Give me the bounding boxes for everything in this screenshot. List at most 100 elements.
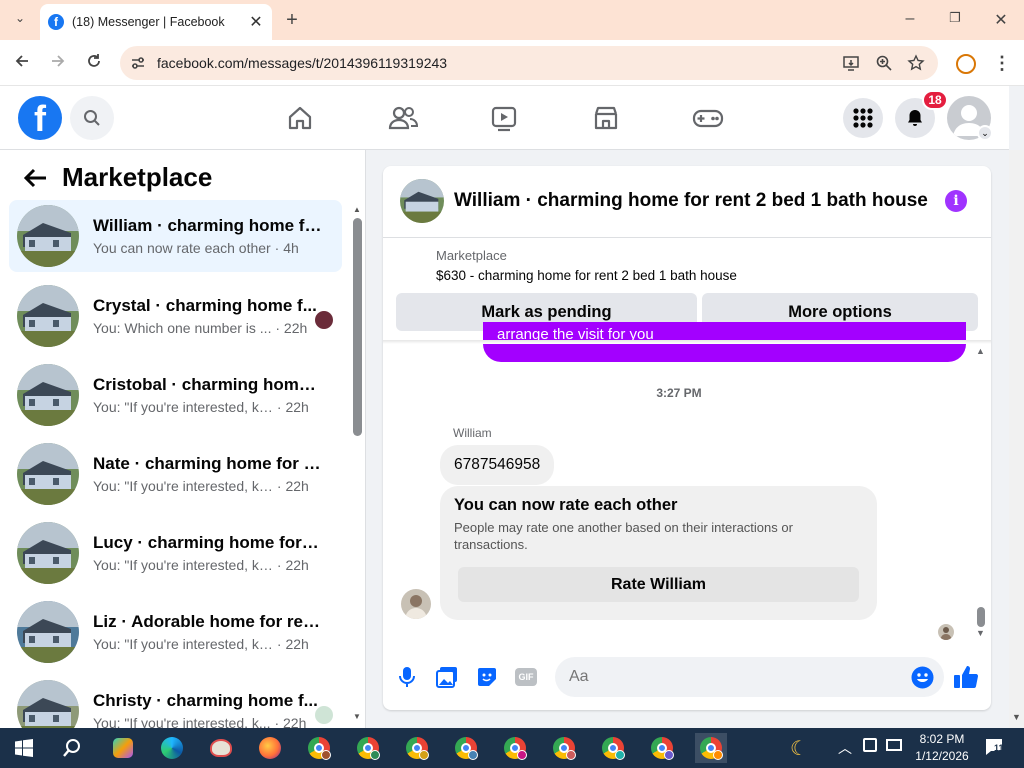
- site-settings-icon[interactable]: [130, 55, 146, 71]
- edge-app[interactable]: [156, 733, 188, 763]
- conversation-name: Liz · Adorable home for rent...: [93, 612, 323, 631]
- scroll-down-icon[interactable]: ▼: [353, 712, 361, 721]
- listing-price-title[interactable]: $630 - charming home for rent 2 bed 1 ba…: [436, 268, 737, 283]
- chrome-icon: [357, 737, 380, 760]
- conversation-item[interactable]: Crystal · charming home f... You: Which o…: [9, 280, 342, 352]
- close-window-button[interactable]: ✕: [989, 10, 1013, 30]
- voice-clip-button[interactable]: [394, 664, 420, 690]
- chat-listing-avatar[interactable]: [400, 179, 444, 223]
- chat-scrollbar[interactable]: [977, 607, 985, 627]
- url-text: facebook.com/messages/t/2014396119319243: [157, 55, 448, 71]
- network-icon[interactable]: [886, 739, 902, 751]
- sidebar-back-icon[interactable]: [22, 167, 48, 194]
- profile-icon[interactable]: [956, 54, 976, 74]
- zoom-icon[interactable]: [875, 54, 893, 72]
- chrome-profile-app[interactable]: [695, 733, 727, 763]
- chrome-profile-app[interactable]: [450, 733, 482, 763]
- install-app-icon[interactable]: [842, 54, 860, 72]
- conversation-time: 4h: [283, 240, 299, 256]
- meet-now-icon[interactable]: [863, 738, 877, 752]
- seen-avatar: [315, 706, 333, 724]
- weather-icon[interactable]: ☾: [790, 736, 808, 761]
- chrome-profile-app[interactable]: [499, 733, 531, 763]
- nav-gaming[interactable]: [688, 98, 728, 138]
- incoming-message-bubble[interactable]: 6787546958: [440, 445, 555, 485]
- conversation-name: Christy · charming home f...: [93, 691, 318, 710]
- tab-close-icon[interactable]: ✕: [248, 12, 264, 32]
- conversation-item[interactable]: Cristobal · charming home f... You: "If y…: [9, 359, 342, 431]
- browser-tab[interactable]: f (18) Messenger | Facebook ✕: [40, 4, 272, 40]
- chrome-profile-app[interactable]: [548, 733, 580, 763]
- rate-william-button[interactable]: Rate William: [458, 567, 859, 602]
- nav-home[interactable]: [280, 98, 320, 138]
- gif-button[interactable]: GIF: [513, 664, 539, 690]
- emoji-icon[interactable]: [911, 666, 934, 689]
- firefox-app[interactable]: [254, 733, 286, 763]
- facebook-logo[interactable]: f: [18, 96, 62, 140]
- scroll-up-icon[interactable]: ▲: [353, 205, 361, 214]
- chat-title: William · charming home for rent 2 bed 1…: [454, 190, 928, 211]
- search-button[interactable]: [70, 96, 114, 140]
- reload-icon[interactable]: [82, 53, 106, 74]
- notification-center[interactable]: 11: [984, 737, 1004, 757]
- conversation-name: Nate · charming home for re...: [93, 454, 323, 473]
- menu-button[interactable]: [843, 98, 883, 138]
- minimize-button[interactable]: –: [898, 10, 922, 28]
- chat-scroll-up-icon[interactable]: ▲: [976, 346, 985, 356]
- conversation-item[interactable]: Lucy · charming home for re... You: "If y…: [9, 517, 342, 589]
- conversation-thumbnail: [17, 522, 79, 584]
- address-bar[interactable]: facebook.com/messages/t/2014396119319243: [120, 46, 938, 80]
- conversation-preview: You: "If you're interested, kin...: [93, 636, 273, 652]
- conversation-preview: You: "If you're interested, kin...: [93, 478, 273, 494]
- message-input[interactable]: [555, 657, 895, 697]
- copilot-app[interactable]: [107, 733, 139, 763]
- pinned-divider: [383, 340, 991, 344]
- new-tab-button[interactable]: +: [280, 9, 304, 32]
- chrome-menu-icon[interactable]: ⋮: [990, 53, 1014, 74]
- bookmark-star-icon[interactable]: [907, 54, 925, 72]
- send-like-button[interactable]: [953, 664, 979, 690]
- nav-marketplace[interactable]: [586, 98, 626, 138]
- chat-scroll-down-icon[interactable]: ▼: [976, 628, 985, 638]
- show-hidden-icons[interactable]: ︿: [838, 738, 852, 758]
- attach-photo-button[interactable]: [434, 664, 460, 690]
- sidebar-scrollbar[interactable]: [353, 218, 362, 436]
- account-chevron-icon[interactable]: ⌄: [977, 125, 993, 141]
- info-icon[interactable]: i: [945, 190, 967, 212]
- conversation-item[interactable]: Liz · Adorable home for rent... You: "If …: [9, 596, 342, 668]
- clock-time: 8:02 PM: [919, 732, 965, 746]
- chrome-profile-app[interactable]: [303, 733, 335, 763]
- conversation-preview: You: "If you're interested, kin...: [93, 399, 273, 415]
- sidebar-title: Marketplace: [62, 162, 213, 192]
- home-icon: [288, 106, 312, 130]
- sticker-button[interactable]: [474, 664, 500, 690]
- conversation-preview: You can now rate each other: [93, 240, 271, 256]
- chrome-profile-app[interactable]: [401, 733, 433, 763]
- conversation-item[interactable]: William · charming home for... You can no…: [9, 200, 342, 272]
- chrome-profile-app[interactable]: [352, 733, 384, 763]
- notification-center-count: 11: [994, 743, 1004, 753]
- forward-icon[interactable]: [46, 53, 70, 74]
- start-button[interactable]: [8, 733, 40, 763]
- page-scroll-down-icon[interactable]: ▼: [1012, 712, 1021, 722]
- chrome-icon: [700, 737, 723, 760]
- system-clock[interactable]: 8:02 PM 1/12/2026: [906, 731, 978, 765]
- message-timestamp: 3:27 PM: [656, 386, 702, 400]
- taskbar-search[interactable]: [56, 733, 88, 763]
- sender-avatar[interactable]: [401, 589, 431, 619]
- search-icon: [63, 739, 80, 757]
- back-icon[interactable]: [10, 53, 34, 74]
- restore-button[interactable]: ❐: [943, 10, 967, 26]
- nav-watch[interactable]: [484, 98, 524, 138]
- paint-app[interactable]: [205, 733, 237, 763]
- conversation-name: William · charming home for...: [93, 216, 323, 235]
- rate-card-description: People may rate one another based on the…: [454, 520, 793, 552]
- page-scrollbar[interactable]: [1009, 150, 1024, 728]
- chrome-profile-app[interactable]: [597, 733, 629, 763]
- tab-search-chevron-icon[interactable]: ⌄: [8, 11, 32, 25]
- nav-friends[interactable]: [383, 98, 423, 138]
- conversation-thumbnail: [17, 443, 79, 505]
- chrome-profile-app[interactable]: [646, 733, 678, 763]
- conversation-item[interactable]: Nate · charming home for re... You: "If y…: [9, 438, 342, 510]
- conversation-time: 22h: [285, 636, 309, 652]
